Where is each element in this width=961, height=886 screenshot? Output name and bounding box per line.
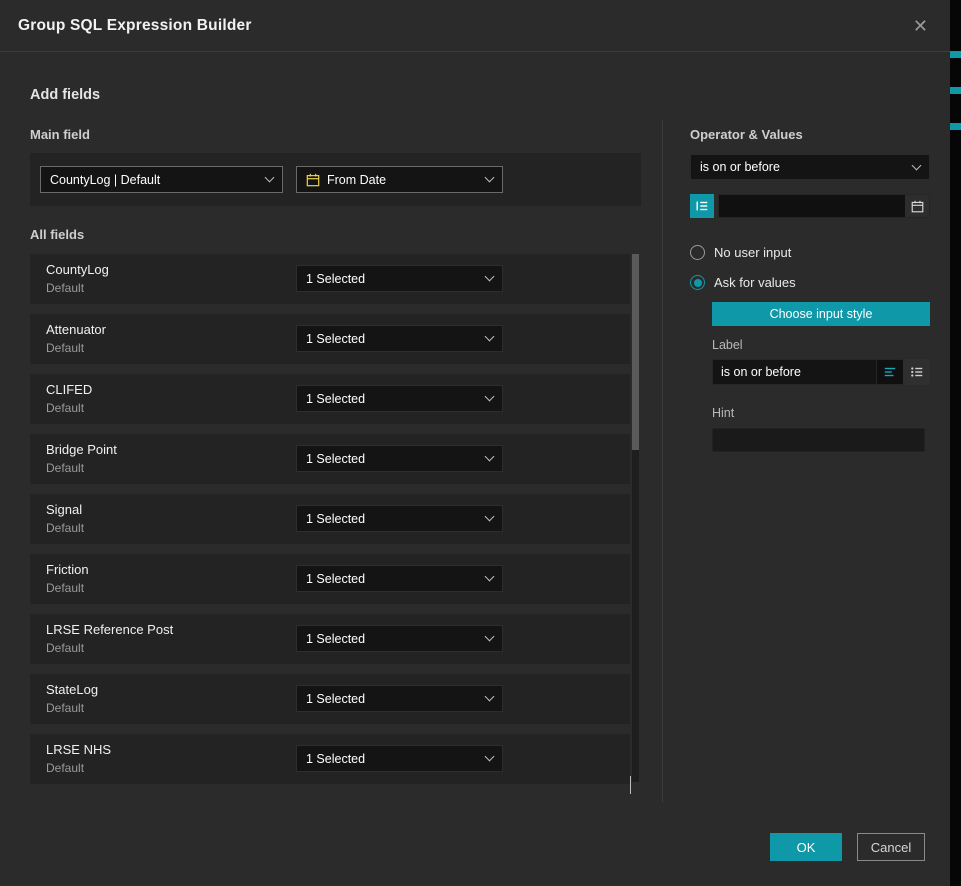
chevron-down-icon: [485, 272, 495, 282]
field-row: Friction Default 1 Selected: [30, 554, 630, 604]
list-bulleted-icon[interactable]: [903, 359, 930, 385]
field-selected-value: 1 Selected: [306, 752, 479, 766]
field-selected-value: 1 Selected: [306, 512, 479, 526]
edge-accent-mark: [950, 87, 961, 94]
main-field-select-value: From Date: [327, 173, 479, 187]
dialog-title: Group SQL Expression Builder: [18, 17, 252, 35]
field-selected-dropdown[interactable]: 1 Selected: [296, 745, 503, 772]
value-row: [690, 194, 930, 218]
main-field-select[interactable]: From Date: [296, 166, 503, 193]
layer-select-value: CountyLog | Default: [50, 173, 259, 187]
hint-input[interactable]: [712, 428, 925, 452]
value-input[interactable]: [719, 195, 905, 217]
main-field-panel: CountyLog | Default From Date: [30, 153, 641, 206]
chevron-down-icon: [485, 632, 495, 642]
chevron-down-icon: [912, 160, 922, 170]
fields-column: Main field CountyLog | Default From Date…: [30, 127, 641, 794]
field-selected-dropdown[interactable]: 1 Selected: [296, 265, 503, 292]
field-selected-dropdown[interactable]: 1 Selected: [296, 505, 503, 532]
field-selected-dropdown[interactable]: 1 Selected: [296, 325, 503, 352]
radio-circle-icon[interactable]: [690, 245, 705, 260]
field-selected-dropdown[interactable]: 1 Selected: [296, 685, 503, 712]
label-row: [712, 359, 930, 385]
field-row: Bridge Point Default 1 Selected: [30, 434, 630, 484]
radio-no-user-input[interactable]: No user input: [690, 245, 930, 260]
field-selected-dropdown[interactable]: 1 Selected: [296, 625, 503, 652]
chevron-down-icon: [485, 572, 495, 582]
chevron-down-icon: [485, 173, 495, 183]
field-selected-value: 1 Selected: [306, 332, 479, 346]
main-field-label: Main field: [30, 127, 641, 142]
field-selected-value: 1 Selected: [306, 452, 479, 466]
scrollbar-thumb[interactable]: [632, 254, 639, 450]
chevron-down-icon: [265, 173, 275, 183]
chevron-down-icon: [485, 752, 495, 762]
radio-ask-for-values[interactable]: Ask for values: [690, 275, 930, 290]
ok-button[interactable]: OK: [770, 833, 842, 861]
screen-right-edge: [950, 0, 961, 886]
edge-accent-mark: [950, 51, 961, 58]
field-selected-value: 1 Selected: [306, 572, 479, 586]
close-icon[interactable]: ✕: [909, 13, 932, 39]
operator-select[interactable]: is on or before: [690, 154, 930, 180]
chevron-down-icon: [485, 392, 495, 402]
field-row: Attenuator Default 1 Selected: [30, 314, 630, 364]
column-divider: [662, 120, 663, 802]
scrollbar[interactable]: [632, 254, 639, 782]
operator-select-value: is on or before: [700, 160, 906, 174]
hint-field-label: Hint: [712, 406, 930, 420]
radio-selected-icon[interactable]: [690, 275, 705, 290]
choose-input-style-button[interactable]: Choose input style: [712, 302, 930, 326]
edge-accent-mark: [950, 123, 961, 130]
value-list-icon[interactable]: [690, 194, 714, 218]
chevron-down-icon: [485, 332, 495, 342]
field-row: LRSE NHS Default 1 Selected: [30, 734, 630, 784]
field-row: Signal Default 1 Selected: [30, 494, 630, 544]
calendar-picker-icon[interactable]: [905, 195, 929, 217]
field-row: CountyLog Default 1 Selected: [30, 254, 630, 304]
field-selected-value: 1 Selected: [306, 632, 479, 646]
operator-values-label: Operator & Values: [690, 127, 930, 142]
field-selected-value: 1 Selected: [306, 272, 479, 286]
ask-for-values-options: Choose input style Label Hint: [712, 290, 930, 452]
value-input-wrap: [718, 194, 930, 218]
operator-values-panel: Operator & Values is on or before: [690, 127, 930, 452]
field-selected-dropdown[interactable]: 1 Selected: [296, 445, 503, 472]
all-fields-list-container: CountyLog Default 1 Selected Attenuator …: [30, 254, 641, 784]
layer-select[interactable]: CountyLog | Default: [40, 166, 283, 193]
list-plain-icon[interactable]: [876, 359, 903, 385]
dialog-titlebar: Group SQL Expression Builder ✕: [0, 0, 950, 52]
chevron-down-icon: [485, 692, 495, 702]
field-selected-value: 1 Selected: [306, 692, 479, 706]
add-fields-heading: Add fields: [30, 87, 100, 103]
chevron-down-icon: [485, 452, 495, 462]
radio-ask-for-values-label: Ask for values: [714, 275, 796, 290]
dialog-footer: OK Cancel: [770, 833, 925, 861]
chevron-down-icon: [485, 512, 495, 522]
calendar-icon: [306, 173, 320, 187]
field-row: LRSE Reference Post Default 1 Selected: [30, 614, 630, 664]
field-row: CLIFED Default 1 Selected: [30, 374, 630, 424]
field-selected-dropdown[interactable]: 1 Selected: [296, 385, 503, 412]
field-selected-dropdown[interactable]: 1 Selected: [296, 565, 503, 592]
field-selected-value: 1 Selected: [306, 392, 479, 406]
label-input[interactable]: [712, 359, 876, 385]
all-fields-list: CountyLog Default 1 Selected Attenuator …: [30, 254, 630, 784]
all-fields-label: All fields: [30, 227, 641, 242]
scroll-down-icon[interactable]: [630, 776, 640, 786]
group-sql-expression-builder-dialog: Group SQL Expression Builder ✕ Add field…: [0, 0, 950, 886]
label-field-label: Label: [712, 338, 930, 352]
field-row: StateLog Default 1 Selected: [30, 674, 630, 724]
cancel-button[interactable]: Cancel: [857, 833, 925, 861]
radio-no-user-input-label: No user input: [714, 245, 791, 260]
